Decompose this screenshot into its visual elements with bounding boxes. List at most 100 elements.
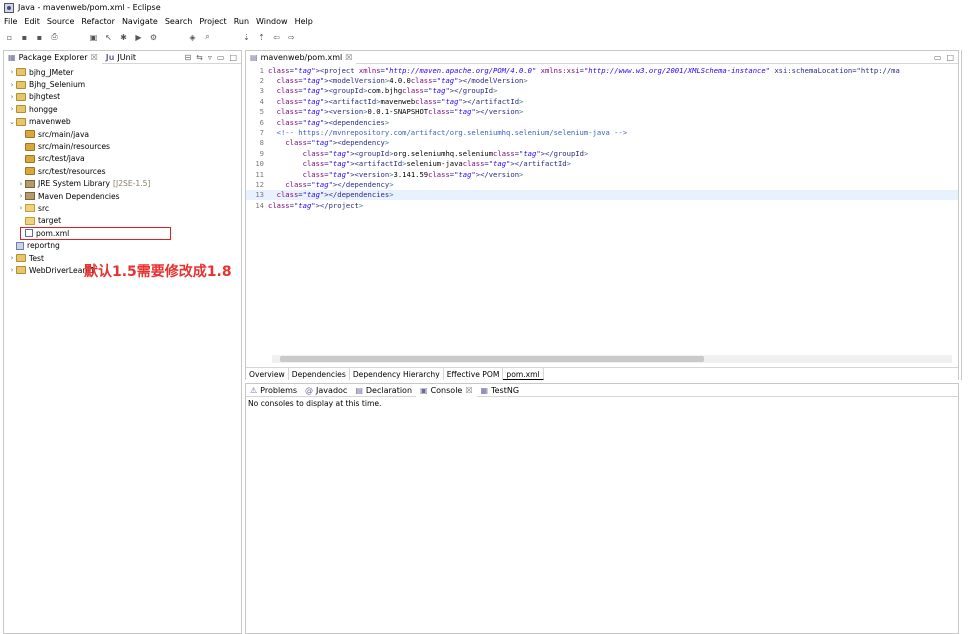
- search-icon[interactable]: ⌕: [202, 32, 213, 43]
- tab-pom-xml[interactable]: ▤ mavenweb/pom.xml ☒: [246, 50, 357, 64]
- next-annotation-icon[interactable]: ⇣: [241, 32, 252, 43]
- code-line[interactable]: 9 class="tag"><groupId>org.seleniumhq.se…: [246, 148, 958, 158]
- code-line[interactable]: 3 class="tag"><groupId>com.bjhgclass="ta…: [246, 86, 958, 96]
- chevron-right-icon[interactable]: ›: [8, 105, 16, 113]
- menu-window[interactable]: Window: [256, 17, 288, 26]
- chevron-right-icon[interactable]: ›: [8, 266, 16, 274]
- close-icon[interactable]: ☒: [465, 386, 472, 395]
- tree-item-label: src/test/java: [38, 154, 85, 164]
- tree-item[interactable]: ⌄ mavenweb: [4, 116, 241, 128]
- run-icon[interactable]: ▶: [133, 32, 144, 43]
- terminal-icon[interactable]: ▣: [88, 32, 99, 43]
- tree-item[interactable]: pom.xml: [4, 227, 241, 239]
- code-line[interactable]: 6 class="tag"><dependencies>: [246, 117, 958, 127]
- tab-package-explorer[interactable]: ▦ Package Explorer ☒: [4, 50, 102, 64]
- collapse-all-icon[interactable]: ⊟: [184, 53, 191, 62]
- pkg-icon: [25, 167, 35, 176]
- close-icon[interactable]: ☒: [345, 53, 352, 62]
- chevron-right-icon[interactable]: ›: [8, 81, 16, 89]
- tree-item[interactable]: target: [4, 215, 241, 227]
- code-line[interactable]: 7 <!-- https://mvnrepository.com/artifac…: [246, 127, 958, 137]
- tree-item[interactable]: › bjhg_JMeter: [4, 66, 241, 78]
- save-all-icon[interactable]: ▪: [34, 32, 45, 43]
- tab-declaration[interactable]: ▤ Declaration: [351, 384, 416, 397]
- code-line[interactable]: 1 class="tag"><project xmlns="http://mave…: [246, 65, 958, 75]
- menu-edit[interactable]: Edit: [24, 17, 40, 26]
- minimize-icon[interactable]: ▭: [217, 53, 225, 62]
- tree-item[interactable]: src/test/java: [4, 153, 241, 165]
- link-editor-icon[interactable]: ⇆: [196, 53, 203, 62]
- tab-effective-pom[interactable]: Effective POM: [444, 368, 504, 380]
- tree-item-label: bjhg_JMeter: [29, 67, 74, 77]
- prev-annotation-icon[interactable]: ⇡: [256, 32, 267, 43]
- chevron-right-icon[interactable]: ›: [17, 180, 25, 188]
- code-line[interactable]: 8 class="tag"><dependency>: [246, 138, 958, 148]
- tab-overview[interactable]: Overview: [246, 368, 289, 380]
- chevron-down-icon[interactable]: ⌄: [8, 118, 16, 126]
- tree-item[interactable]: › JRE System Library [J2SE-1.5]: [4, 178, 241, 190]
- tree-item[interactable]: › hongge: [4, 103, 241, 115]
- menu-file[interactable]: File: [4, 17, 17, 26]
- tab-pom-xml[interactable]: pom.xml: [503, 368, 544, 380]
- chevron-right-icon[interactable]: ›: [17, 192, 25, 200]
- horizontal-scrollbar[interactable]: [272, 355, 952, 363]
- console-tab-bar: ⚠ Problems @ Javadoc ▤ Declaration ▣ Console ☒ ▦ T…: [246, 383, 958, 397]
- open-type-icon[interactable]: ◈: [187, 32, 198, 43]
- view-menu-icon[interactable]: ▿: [208, 53, 212, 62]
- tab-dependencies[interactable]: Dependencies: [289, 368, 350, 380]
- code-area[interactable]: 1 class="tag"><project xmlns="http://mave…: [246, 65, 958, 361]
- tab-javadoc[interactable]: @ Javadoc: [301, 384, 351, 397]
- chevron-right-icon[interactable]: ›: [8, 254, 16, 262]
- code-line[interactable]: 10 class="tag"><artifactId>selenium-java…: [246, 159, 958, 169]
- chevron-right-icon[interactable]: ›: [8, 93, 16, 101]
- tree-item[interactable]: src/main/java: [4, 128, 241, 140]
- menu-project[interactable]: Project: [199, 17, 226, 26]
- menu-search[interactable]: Search: [165, 17, 192, 26]
- chevron-right-icon[interactable]: ›: [17, 204, 25, 212]
- forward-icon[interactable]: ⇨: [286, 32, 297, 43]
- new-icon[interactable]: ▫: [4, 32, 15, 43]
- menu-help[interactable]: Help: [295, 17, 313, 26]
- close-icon[interactable]: ☒: [91, 53, 98, 62]
- tab-dependency-hierarchy[interactable]: Dependency Hierarchy: [350, 368, 444, 380]
- maximize-icon[interactable]: □: [946, 53, 954, 62]
- tree-item-label: mavenweb: [29, 117, 71, 127]
- code-line[interactable]: 13 class="tag"></dependencies>: [246, 189, 958, 201]
- menu-navigate[interactable]: Navigate: [122, 17, 158, 26]
- tab-junit[interactable]: Ju JUnit: [102, 51, 140, 64]
- menu-refactor[interactable]: Refactor: [81, 17, 115, 26]
- chevron-right-icon[interactable]: ›: [8, 68, 16, 76]
- code-line[interactable]: 11 class="tag"><version>3.141.59class="t…: [246, 169, 958, 179]
- minimize-icon[interactable]: ▭: [934, 53, 942, 62]
- tree-item[interactable]: › src: [4, 202, 241, 214]
- code-line[interactable]: 4 class="tag"><artifactId>mavenwebclass=…: [246, 96, 958, 106]
- code-line[interactable]: 5 class="tag"><version>0.0.1-SNAPSHOTcla…: [246, 107, 958, 117]
- tree-item[interactable]: reportng: [4, 239, 241, 251]
- line-text: class="tag"><artifactId>mavenwebclass="t…: [276, 96, 524, 106]
- cursor-icon[interactable]: ↖: [103, 32, 114, 43]
- maximize-icon[interactable]: □: [229, 53, 237, 62]
- external-tools-icon[interactable]: ⚙: [148, 32, 159, 43]
- tab-problems[interactable]: ⚠ Problems: [246, 384, 301, 397]
- scrollbar-thumb[interactable]: [280, 356, 704, 362]
- tree-item[interactable]: › Maven Dependencies: [4, 190, 241, 202]
- menu-run[interactable]: Run: [234, 17, 249, 26]
- line-number: 6: [259, 117, 264, 127]
- line-number: 5: [259, 107, 264, 117]
- print-icon[interactable]: ⎙: [49, 32, 60, 43]
- tree-item[interactable]: › Bjhg_Selenium: [4, 78, 241, 90]
- editor-actions: ▭ □: [934, 51, 954, 64]
- tree-item[interactable]: › bjhgtest: [4, 91, 241, 103]
- tab-testng[interactable]: ▦ TestNG: [477, 384, 524, 397]
- code-line[interactable]: 2 class="tag"><modelVersion>4.0.0class="…: [246, 75, 958, 85]
- tree-item-label: src: [38, 203, 50, 213]
- code-line[interactable]: 14 class="tag"></project>: [246, 200, 958, 210]
- menu-source[interactable]: Source: [47, 17, 74, 26]
- tab-console[interactable]: ▣ Console ☒: [416, 383, 477, 397]
- tree-item[interactable]: src/main/resources: [4, 140, 241, 152]
- back-icon[interactable]: ⇦: [271, 32, 282, 43]
- save-icon[interactable]: ▪: [19, 32, 30, 43]
- debug-icon[interactable]: ✱: [118, 32, 129, 43]
- code-line[interactable]: 12 class="tag"></dependency>: [246, 179, 958, 189]
- tree-item[interactable]: src/test/resources: [4, 165, 241, 177]
